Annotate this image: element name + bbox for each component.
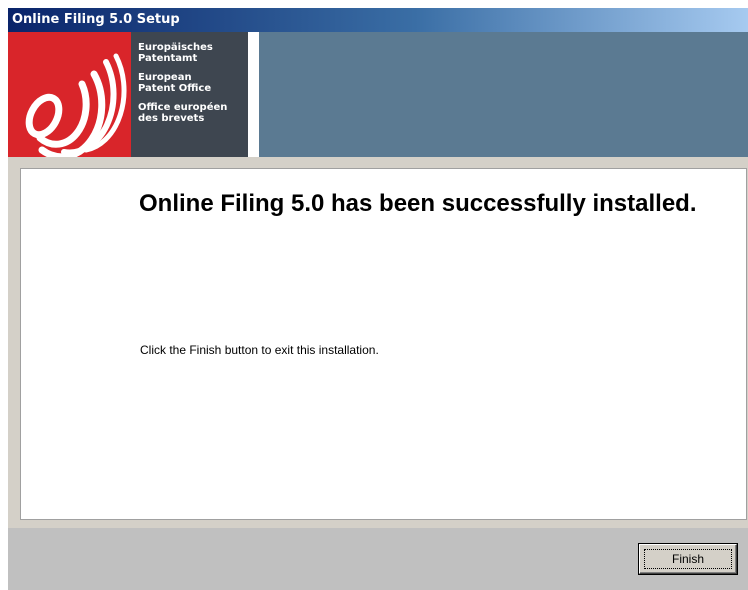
org-name-line: Office européen (138, 102, 228, 113)
epo-logo (8, 32, 131, 157)
org-name-french: Office européen des brevets (138, 102, 248, 124)
title-bar[interactable]: Online Filing 5.0 Setup (8, 8, 748, 32)
org-name-german: Europäisches Patentamt (138, 42, 248, 64)
org-name-line: Patentamt (138, 53, 198, 64)
org-name-line: des brevets (138, 113, 205, 124)
epo-logo-icon (25, 53, 127, 157)
header-banner: Europäisches Patentamt European Patent O… (8, 32, 748, 157)
instruction-text: Click the Finish button to exit this ins… (140, 343, 379, 357)
setup-window: Online Filing 5.0 Setup Europäisches Pat… (8, 8, 748, 590)
finish-button-label: Finish (644, 549, 732, 569)
org-name-line: Patent Office (138, 83, 212, 94)
success-headline: Online Filing 5.0 has been successfully … (139, 190, 697, 217)
logo-area: Europäisches Patentamt European Patent O… (8, 32, 259, 157)
window-title: Online Filing 5.0 Setup (12, 12, 180, 27)
content-panel: Online Filing 5.0 has been successfully … (20, 168, 747, 520)
org-name-line: Europäisches (138, 42, 213, 53)
finish-button[interactable]: Finish (639, 544, 737, 574)
org-name-line: European (138, 72, 192, 83)
button-bar: Finish (8, 528, 748, 590)
org-name-english: European Patent Office (138, 72, 248, 94)
organization-names: Europäisches Patentamt European Patent O… (131, 32, 248, 157)
